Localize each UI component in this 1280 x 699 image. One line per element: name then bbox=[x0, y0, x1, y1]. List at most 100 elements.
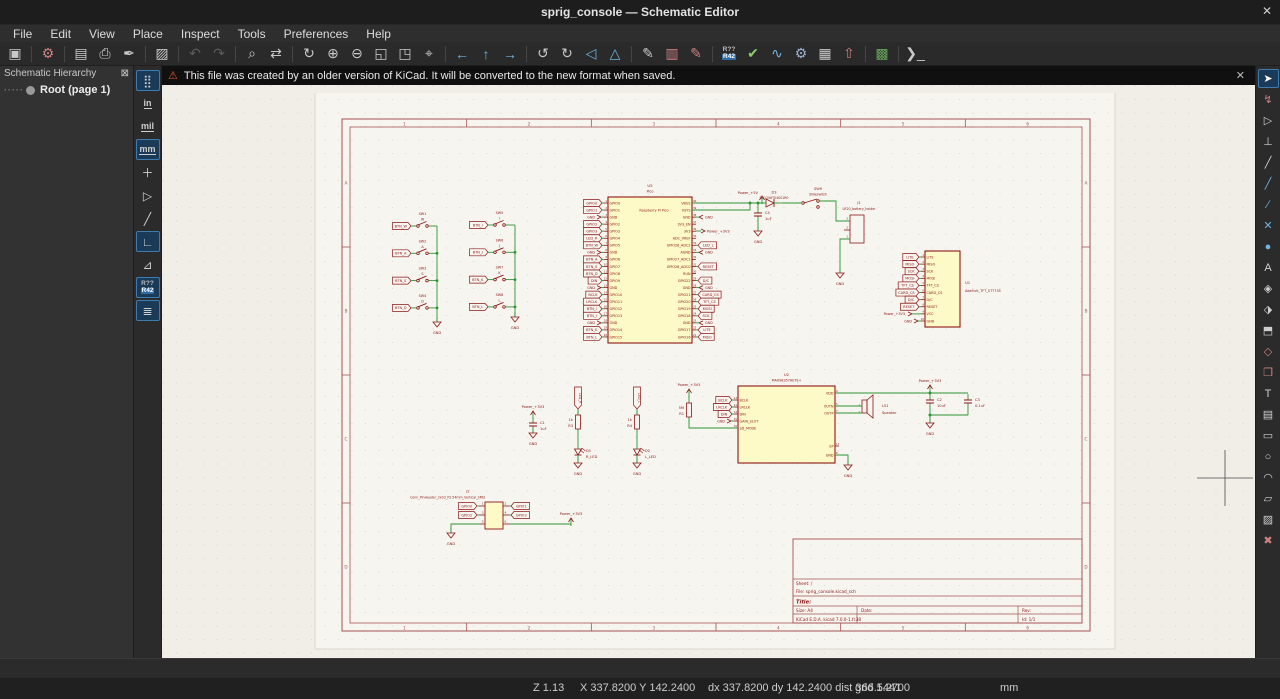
wire-hv-button[interactable]: ∟ bbox=[135, 231, 160, 252]
save-button[interactable]: ▣ bbox=[4, 43, 26, 64]
hierarchical-sheet-button[interactable]: ❐ bbox=[1258, 363, 1279, 382]
net-class-directive-button[interactable]: ◈ bbox=[1258, 279, 1279, 298]
text-11: Slideswitch bbox=[809, 193, 827, 197]
zoom-out-button[interactable]: ⊖ bbox=[346, 43, 368, 64]
paste-button[interactable]: ▨ bbox=[151, 43, 173, 64]
mirror-v-button[interactable]: △ bbox=[604, 43, 626, 64]
mirror-h-button[interactable]: ◁ bbox=[580, 43, 602, 64]
nav-back-button[interactable]: ← bbox=[451, 43, 473, 64]
draw-bus-button[interactable]: ╱ bbox=[1258, 174, 1279, 193]
crosshair-cursor-button[interactable]: ＋ bbox=[136, 162, 160, 183]
highlight-net-button[interactable]: ↯ bbox=[1258, 90, 1279, 109]
banner-close-icon[interactable]: ✕ bbox=[1232, 69, 1249, 82]
arc-button[interactable]: ◠ bbox=[1258, 468, 1279, 487]
simulator-button[interactable]: ∿ bbox=[766, 43, 788, 64]
hidden-pins-button[interactable]: ▷ bbox=[136, 185, 160, 206]
rectangle-button[interactable]: ▭ bbox=[1258, 426, 1279, 445]
zoom-page-button[interactable]: ◱ bbox=[370, 43, 392, 64]
zoom-objects-button[interactable]: ◳ bbox=[394, 43, 416, 64]
select-cursor-button[interactable]: ➤ bbox=[1257, 69, 1279, 88]
fields-table-button[interactable]: ▦ bbox=[814, 43, 836, 64]
schematic-canvas[interactable]: 1 1 2 2 3 3 4 4 5 5 6 6 A A B B C C D D Sheet: / File: sprig_… bbox=[162, 85, 1255, 658]
svg-text:BTN_S: BTN_S bbox=[586, 265, 598, 269]
no-connect-button[interactable]: ✕ bbox=[1258, 216, 1279, 235]
menu-file[interactable]: File bbox=[4, 25, 41, 43]
svg-text:SW7: SW7 bbox=[496, 266, 504, 270]
svg-text:MISO: MISO bbox=[905, 262, 914, 266]
svg-text:16: 16 bbox=[734, 424, 738, 428]
window-close-icon[interactable]: ✕ bbox=[1262, 4, 1272, 18]
hierarchical-label-button[interactable]: ⬒ bbox=[1258, 321, 1279, 340]
export-netlist-button[interactable]: ⇧ bbox=[838, 43, 860, 64]
zoom-in-button[interactable]: ⊕ bbox=[322, 43, 344, 64]
menu-preferences[interactable]: Preferences bbox=[275, 25, 358, 43]
svg-text:1: 1 bbox=[846, 235, 848, 239]
delete-tool-button[interactable]: ✖ bbox=[1258, 531, 1279, 550]
menu-help[interactable]: Help bbox=[357, 25, 400, 43]
place-power-port-button[interactable]: ⊥ bbox=[1258, 132, 1279, 151]
python-console-button[interactable]: ❯_ bbox=[904, 43, 926, 64]
grid-toggle-button[interactable]: ⣿ bbox=[135, 70, 160, 91]
find-replace-button[interactable]: ⇄ bbox=[265, 43, 287, 64]
edit-symbols-button[interactable]: ✎ bbox=[685, 43, 707, 64]
svg-text:10uF: 10uF bbox=[937, 404, 946, 408]
symbol-properties-button[interactable]: ✎ bbox=[637, 43, 659, 64]
page-settings-button[interactable]: ▤ bbox=[70, 43, 92, 64]
hierarchy-navigator-button[interactable]: ≣ bbox=[135, 300, 160, 321]
refresh-button[interactable]: ↻ bbox=[298, 43, 320, 64]
svg-text:40: 40 bbox=[693, 199, 697, 203]
undo-button[interactable]: ↶ bbox=[184, 43, 206, 64]
print-button[interactable]: ⎙ bbox=[94, 43, 116, 64]
draw-wire-button[interactable]: ╱ bbox=[1258, 153, 1279, 172]
nav-up-button[interactable]: ↑ bbox=[475, 43, 497, 64]
menu-tools[interactable]: Tools bbox=[229, 25, 275, 43]
zoom-selection-button[interactable]: ⌖ bbox=[418, 43, 440, 64]
svg-text:D: D bbox=[344, 565, 347, 570]
wire-free-angle-button[interactable]: ╱ bbox=[136, 208, 160, 229]
svg-text:D3: D3 bbox=[771, 191, 776, 195]
svg-text:LITE: LITE bbox=[927, 255, 934, 259]
menu-view[interactable]: View bbox=[80, 25, 124, 43]
open-pcb-editor-button[interactable]: ▩ bbox=[871, 43, 893, 64]
svg-text:Power_+3V3: Power_+3V3 bbox=[522, 405, 545, 409]
bus-entry-button[interactable]: ∕ bbox=[1258, 195, 1279, 214]
annotate-button[interactable]: R?? R42 bbox=[718, 43, 740, 64]
junction-button[interactable]: ● bbox=[1258, 237, 1279, 256]
text-box-button[interactable]: ▤ bbox=[1258, 405, 1279, 424]
net-label-button[interactable]: A bbox=[1258, 258, 1279, 277]
units-inches-button[interactable]: in bbox=[136, 93, 160, 114]
schematic-setup-button[interactable]: ⚙ bbox=[37, 43, 59, 64]
assign-footprints-button[interactable]: ⚙ bbox=[790, 43, 812, 64]
redo-button[interactable]: ↷ bbox=[208, 43, 230, 64]
text-button[interactable]: T bbox=[1258, 384, 1279, 403]
hierarchy-root-item[interactable]: ····· Root (page 1) bbox=[0, 81, 133, 99]
svg-text:14: 14 bbox=[604, 290, 608, 294]
import-sheet-pin-button[interactable]: ◇ bbox=[1258, 342, 1279, 361]
library-browser-button[interactable]: ▥ bbox=[661, 43, 683, 64]
svg-text:J: J bbox=[498, 244, 500, 248]
rotate-cw-button[interactable]: ↻ bbox=[556, 43, 578, 64]
units-mm-button[interactable]: mm bbox=[135, 139, 160, 160]
global-label-button[interactable]: ⬗ bbox=[1258, 300, 1279, 319]
panel-close-icon[interactable]: ⊠ bbox=[121, 68, 129, 79]
svg-text:GND: GND bbox=[633, 472, 641, 476]
menu-place[interactable]: Place bbox=[124, 25, 172, 43]
svg-text:BTN_A: BTN_A bbox=[586, 258, 598, 262]
erc-button[interactable]: ✔ bbox=[742, 43, 764, 64]
place-symbol-button[interactable]: ▷ bbox=[1258, 111, 1279, 130]
text-7: J1 bbox=[856, 201, 860, 205]
circle-button[interactable]: ○ bbox=[1258, 447, 1279, 466]
polygon-button[interactable]: ▱ bbox=[1258, 489, 1279, 508]
schematic-svg[interactable]: 112233445566A AB BC CD DSheet: /File: sprig_… bbox=[162, 85, 1255, 658]
nav-forward-button[interactable]: → bbox=[499, 43, 521, 64]
annotate-auto-button[interactable]: R?? R42 bbox=[135, 277, 160, 298]
menu-inspect[interactable]: Inspect bbox=[172, 25, 229, 43]
find-button[interactable]: ⌕ bbox=[241, 43, 263, 64]
plot-button[interactable]: ✒ bbox=[118, 43, 140, 64]
units-mils-button[interactable]: mil bbox=[136, 116, 160, 137]
jdot-67 bbox=[928, 413, 932, 417]
rotate-ccw-button[interactable]: ↺ bbox=[532, 43, 554, 64]
image-button[interactable]: ▨ bbox=[1258, 510, 1279, 529]
menu-edit[interactable]: Edit bbox=[41, 25, 80, 43]
wire-45-button[interactable]: ⊿ bbox=[136, 254, 160, 275]
